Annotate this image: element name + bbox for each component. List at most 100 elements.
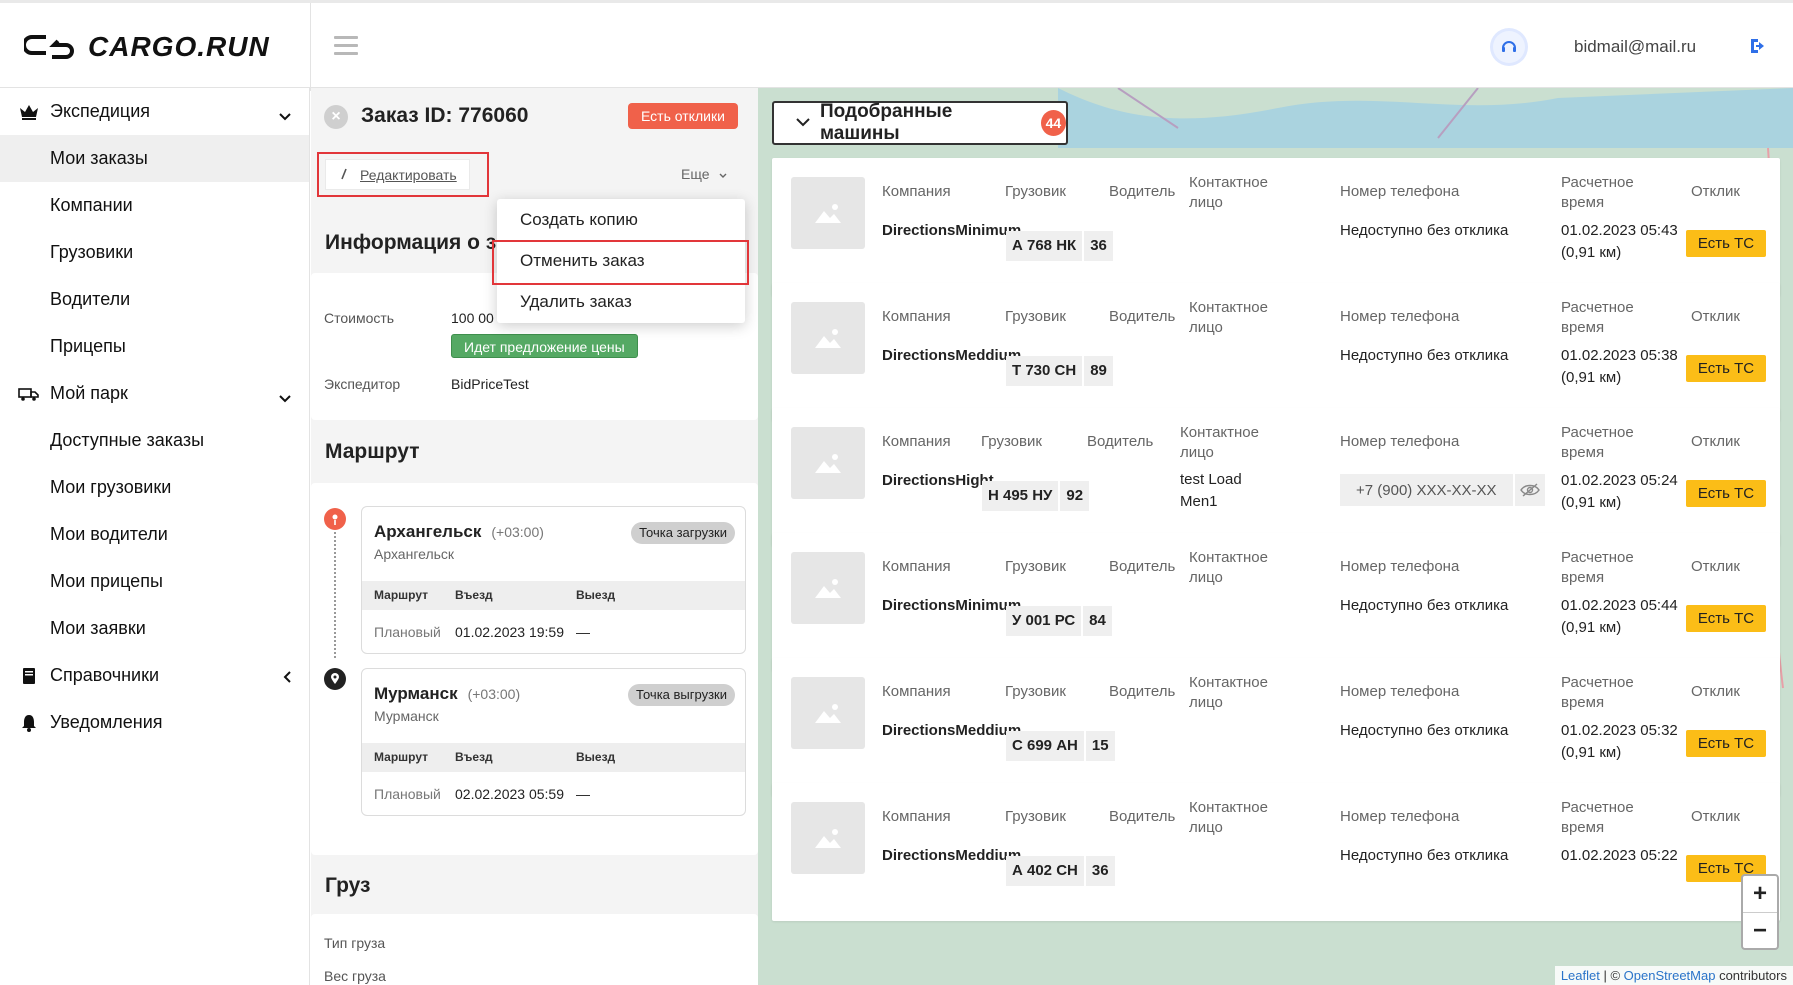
sidebar-item-label: Мои водители [50, 524, 168, 544]
sidebar-item-my-requests[interactable]: Мои заявки [0, 605, 309, 652]
sidebar-item-companies[interactable]: Компании [0, 182, 309, 229]
more-menu-button[interactable]: Еще [681, 166, 727, 182]
eta-value: 01.02.2023 05:32 [1561, 722, 1678, 739]
truck-card[interactable]: Компания Грузовик Водитель Контактное ли… [772, 283, 1780, 421]
image-placeholder-icon [791, 677, 865, 749]
sidebar-item-label: Мои заказы [50, 148, 148, 168]
sidebar-group-label: Справочники [50, 665, 160, 685]
support-icon[interactable] [1493, 31, 1525, 63]
leaflet-link[interactable]: Leaflet [1561, 968, 1600, 983]
forwarder-value: BidPriceTest [451, 376, 529, 392]
eta-label: Расчетное время [1561, 674, 1634, 711]
phone-label: Номер телефона [1340, 433, 1460, 450]
sidebar-item-my-trailers[interactable]: Мои прицепы [0, 558, 309, 605]
stop-type-badge: Точка выгрузки [628, 684, 735, 706]
user-email[interactable]: bidmail@mail.ru [1574, 37, 1696, 57]
sidebar-group-my-fleet[interactable]: Мой парк [0, 370, 309, 417]
eta-label: Расчетное время [1561, 424, 1634, 461]
menu-item-delete-order[interactable]: Удалить заказ [497, 281, 745, 322]
logo-mark-icon [24, 35, 74, 59]
response-label: Отклик [1691, 183, 1740, 200]
sidebar-group-references[interactable]: Справочники [0, 652, 309, 699]
eta-distance: (0,91 км) [1561, 369, 1622, 386]
sidebar-item-label: Доступные заказы [50, 430, 205, 450]
eta-distance: (0,91 км) [1561, 744, 1622, 761]
sidebar-group-notifications[interactable]: Уведомления [0, 699, 309, 746]
matched-trucks-toggle[interactable]: Подобранные машины 44 [772, 101, 1068, 145]
menu-toggle-icon[interactable] [334, 36, 358, 56]
truck-label: Грузовик [1005, 683, 1066, 700]
contact-label: Контактное лицо [1189, 174, 1268, 211]
menu-item-cancel-order[interactable]: Отменить заказ [492, 240, 749, 285]
eta-value: 01.02.2023 05:43 [1561, 222, 1678, 239]
sidebar-item-available-orders[interactable]: Доступные заказы [0, 417, 309, 464]
attribution-separator: | © [1599, 968, 1624, 983]
eta-label: Расчетное время [1561, 799, 1634, 836]
company-value: DirectionsHight [882, 472, 994, 489]
plate-number: Н 495 НУ [982, 481, 1059, 511]
sidebar-item-my-orders[interactable]: Мои заказы [0, 135, 309, 182]
logout-icon[interactable] [1749, 37, 1769, 60]
plate-region: 36 [1085, 856, 1115, 886]
edit-label: Редактировать [360, 166, 457, 183]
response-button[interactable]: Есть ТС [1686, 730, 1766, 757]
company-value: DirectionsMinimum [882, 222, 1022, 239]
response-button[interactable]: Есть ТС [1686, 230, 1766, 257]
sidebar-item-label: Мои заявки [50, 618, 146, 638]
company-value: DirectionsMeddium [882, 847, 1022, 864]
sidebar-item-trucks[interactable]: Грузовики [0, 229, 309, 276]
eye-slash-icon[interactable] [1513, 474, 1545, 506]
response-button[interactable]: Есть ТС [1686, 355, 1766, 382]
sidebar-item-my-drivers[interactable]: Мои водители [0, 511, 309, 558]
phone-label: Номер телефона [1340, 183, 1460, 200]
image-placeholder-icon [791, 177, 865, 249]
masked-phone-field[interactable]: +7 (900) XXX-XX-XX [1340, 474, 1545, 506]
phone-label: Номер телефона [1340, 308, 1460, 325]
col-exit: Выезд [576, 588, 616, 602]
sidebar-group-label: Уведомления [50, 712, 163, 732]
contact-label: Контактное лицо [1189, 799, 1268, 836]
sidebar-item-trailers[interactable]: Прицепы [0, 323, 309, 370]
top-bar: CARGO.RUN bidmail@mail.ru [0, 0, 1793, 91]
response-label: Отклик [1691, 433, 1740, 450]
truck-card[interactable]: Компания Грузовик Водитель Контактное ли… [772, 158, 1780, 296]
contact-label: Контактное лицо [1189, 549, 1268, 586]
logo[interactable]: CARGO.RUN [24, 27, 270, 67]
osm-link[interactable]: OpenStreetMap [1624, 968, 1716, 983]
col-entry: Въезд [455, 588, 493, 602]
truck-label: Грузовик [1005, 308, 1066, 325]
stop-city-name: Мурманск [374, 684, 458, 703]
map[interactable]: Подобранные машины 44 Компания Грузовик … [758, 88, 1793, 985]
contact-label: Контактное лицо [1189, 299, 1268, 336]
menu-item-copy[interactable]: Создать копию [497, 199, 745, 240]
response-button[interactable]: Есть ТС [1686, 605, 1766, 632]
company-value: DirectionsMinimum [882, 597, 1022, 614]
cost-value: 100 00 [451, 310, 494, 326]
truck-plate: А 768 НК 36 [1006, 231, 1113, 261]
truck-card[interactable]: Компания Грузовик Водитель Контактное ли… [772, 658, 1780, 796]
response-button[interactable]: Есть ТС [1686, 480, 1766, 507]
stop-table-header: Маршрут Въезд Выезд [362, 581, 745, 610]
col-exit: Выезд [576, 750, 616, 764]
sidebar-group-expedition[interactable]: Экспедиция [0, 88, 309, 135]
sidebar-item-my-trucks[interactable]: Мои грузовики [0, 464, 309, 511]
phone-label: Номер телефона [1340, 683, 1460, 700]
truck-card[interactable]: Компания Грузовик Водитель Контактное ли… [772, 408, 1780, 546]
zoom-in-button[interactable]: + [1743, 876, 1777, 912]
sidebar-item-drivers[interactable]: Водители [0, 276, 309, 323]
truck-card[interactable]: Компания Грузовик Водитель Контактное ли… [772, 783, 1780, 921]
close-icon[interactable]: × [324, 105, 348, 129]
cargo-section-title: Груз [325, 874, 371, 897]
company-value: DirectionsMeddium [882, 722, 1022, 739]
image-placeholder-icon [791, 427, 865, 499]
attribution-tail: contributors [1715, 968, 1787, 983]
sidebar-item-label: Водители [50, 289, 131, 309]
response-label: Отклик [1691, 558, 1740, 575]
truck-card[interactable]: Компания Грузовик Водитель Контактное ли… [772, 533, 1780, 671]
sidebar-item-label: Прицепы [50, 336, 126, 356]
zoom-out-button[interactable]: − [1743, 912, 1777, 948]
price-status-badge: Идет предложение цены [451, 334, 638, 358]
col-entry: Въезд [455, 750, 493, 764]
edit-button[interactable]: Редактировать [325, 159, 470, 190]
plate-region: 36 [1084, 231, 1113, 261]
